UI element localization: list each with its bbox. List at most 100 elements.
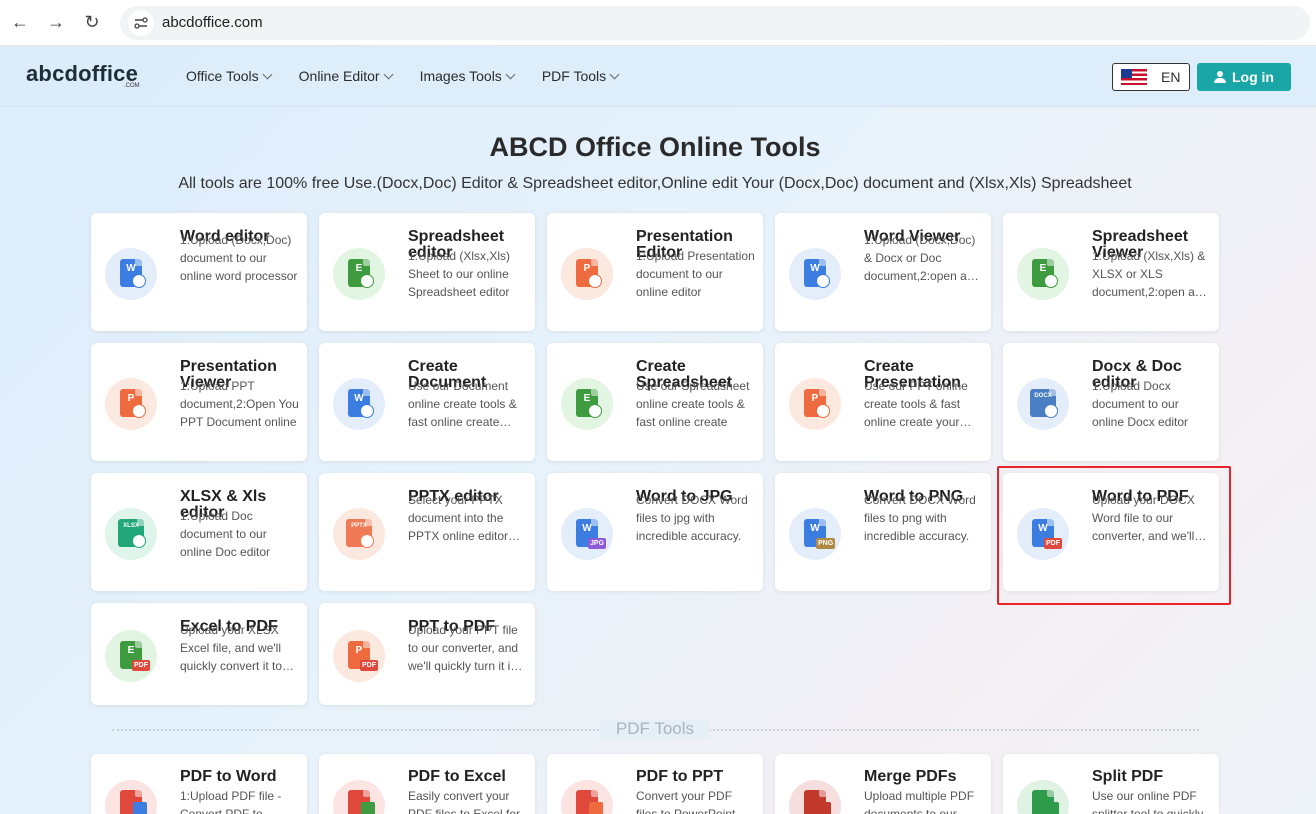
menu-label: PDF Tools [541, 68, 607, 84]
menu-pdf-tools[interactable]: PDF Tools [541, 68, 620, 84]
highlight-box [997, 466, 1231, 605]
tool-card-description: Use our PPT online create tools & fast o… [864, 379, 968, 429]
address-bar[interactable]: abcdoffice.com [120, 5, 1310, 40]
pdf-to-ppt-icon [561, 780, 613, 814]
pdf-tool-card[interactable]: PDF to PPT Convert your PDF files to Powe… [547, 754, 763, 814]
page-title: ABCD Office Online Tools [489, 132, 821, 162]
tool-card-title: PDF to Word [180, 768, 277, 785]
menu-label: Office Tools [186, 68, 259, 84]
tool-card-description: 1:Upload Doc document to our online Doc … [180, 509, 271, 559]
tool-card[interactable]: W Create Document Use our Document online … [319, 343, 535, 461]
word-to-jpg-icon: W JPG [561, 508, 613, 560]
ppt-view-icon: P [105, 378, 157, 430]
tool-card[interactable]: P PDF PPT to PDF Upload your PPT file to ou… [319, 603, 535, 705]
word-to-png-icon: W PNG [789, 508, 841, 560]
format-badge: PDF [132, 660, 150, 671]
action-mark-icon [132, 404, 146, 418]
chevron-down-icon [505, 69, 516, 79]
tool-card-title: Split PDF [1092, 768, 1164, 785]
tool-card[interactable]: E Create Spreadsheet Use our Spreadsheet o… [547, 343, 763, 461]
tool-card-description: Upload your XLSX Excel file, and we'll q… [180, 623, 283, 673]
chevron-down-icon [383, 69, 394, 79]
tool-card[interactable]: W Word editor 1:Upload (Docx,Doc) document… [91, 213, 307, 331]
language-selector[interactable]: EN [1112, 63, 1190, 91]
tool-card-description: Convert your PDF files to PowerPoint [636, 789, 736, 814]
action-mark-icon [1044, 274, 1058, 288]
tool-card[interactable]: W PNG Word to PNG Convert DOCX Word files t… [775, 473, 991, 591]
tool-card[interactable]: E PDF Excel to PDF Upload your XLSX Excel f… [91, 603, 307, 705]
docx-edit-icon: DOCX [1017, 378, 1069, 430]
tool-card[interactable]: XLSX XLSX & Xls editor 1:Upload Doc docume… [91, 473, 307, 591]
format-badge [817, 802, 831, 814]
tool-card-description: Convert DOCX Word files to png with incr… [864, 493, 976, 543]
forward-icon[interactable]: → [38, 5, 74, 41]
format-badge [361, 802, 375, 814]
tool-card[interactable]: W JPG Word to JPG Convert DOCX Word files t… [547, 473, 763, 591]
tool-card-title: PDF to PPT [636, 768, 724, 785]
action-mark-icon [360, 404, 374, 418]
ppt-to-pdf-icon: P PDF [333, 630, 385, 682]
xlsx-edit-icon: XLSX [105, 508, 157, 560]
tool-card-description: Use our Document online create tools & f… [408, 379, 517, 429]
word-view-icon: W [789, 248, 841, 300]
split-pdf-icon [1017, 780, 1069, 814]
tool-card[interactable]: P Presentation Editor 1:Upload Presentatio… [547, 213, 763, 331]
tool-card[interactable]: DOCX Docx & Doc editor 1:Upload Docx docum… [1003, 343, 1219, 461]
site-info-icon[interactable] [128, 9, 154, 36]
pdf-to-word-icon [105, 780, 157, 814]
action-mark-icon [816, 404, 830, 418]
page-subtitle: All tools are 100% free Use.(Docx,Doc) E… [178, 175, 1132, 192]
action-mark-icon [132, 534, 146, 548]
tool-card-description: Use our Spreadsheet online create tools … [636, 379, 750, 429]
action-mark-icon [588, 274, 602, 288]
language-label: EN [1161, 69, 1181, 85]
us-flag-icon [1121, 69, 1147, 85]
pdf-tool-card[interactable]: PDF to Excel Easily convert your PDF file… [319, 754, 535, 814]
action-mark-icon [1044, 404, 1058, 418]
tool-card-description: 1:Upload (Xlsx,Xls) Sheet to our online … [408, 249, 511, 299]
tool-card[interactable]: E Spreadsheet Viewer 1:Upload (Xlsx,Xls) &… [1003, 213, 1219, 331]
excel-to-pdf-icon: E PDF [105, 630, 157, 682]
reload-icon[interactable]: ↻ [74, 5, 110, 41]
tool-card[interactable]: PPTX PPTX editor Select your PPTX document… [319, 473, 535, 591]
logo[interactable]: abcdoffice [26, 61, 138, 87]
tool-card-description: 1:Upload (Xlsx,Xls) & XLSX or XLS docume… [1092, 249, 1209, 299]
excel-create-icon: E [561, 378, 613, 430]
login-label: Log in [1232, 69, 1274, 85]
merge-pdf-icon [789, 780, 841, 814]
format-badge [1045, 802, 1059, 814]
action-mark-icon [360, 534, 374, 548]
pdf-tool-card[interactable]: PDF to Word 1:Upload PDF file - Convert P… [91, 754, 307, 814]
menu-label: Online Editor [298, 68, 380, 84]
menu-online-editor[interactable]: Online Editor [298, 68, 394, 84]
menu-office-tools[interactable]: Office Tools [186, 68, 273, 84]
ppt-edit-icon: P [561, 248, 613, 300]
tool-card[interactable]: E Spreadsheet editor 1:Upload (Xlsx,Xls) S… [319, 213, 535, 331]
login-button[interactable]: Log in [1197, 63, 1291, 91]
tool-card[interactable]: P Presentation Viewer 1:Upload PPT documen… [91, 343, 307, 461]
tool-card[interactable]: W Word Viewer 1:Upload (Docx,Doc) & Docx o… [775, 213, 991, 331]
excel-view-icon: E [1017, 248, 1069, 300]
tool-card-description: 1:Upload Presentation document to our on… [636, 249, 755, 299]
user-icon [1214, 71, 1226, 83]
tool-card-description: 1:Upload (Docx,Doc) document to our onli… [180, 233, 298, 283]
pptx-edit-icon: PPTX [333, 508, 385, 560]
menu-images-tools[interactable]: Images Tools [419, 68, 516, 84]
tool-card-title: Merge PDFs [864, 768, 957, 785]
tool-card-description: Use our online PDF splitter tool to quic… [1092, 789, 1204, 814]
tool-card-description: Convert DOCX Word files to jpg with incr… [636, 493, 748, 543]
tool-card[interactable]: P Create Presentation Use our PPT online c… [775, 343, 991, 461]
tool-card-description: 1:Upload PPT document,2:Open You PPT Doc… [180, 379, 299, 429]
tool-card-description: Easily convert your PDF files to Excel f… [408, 789, 521, 814]
ppt-create-icon: P [789, 378, 841, 430]
chevron-down-icon [609, 69, 620, 79]
format-badge: PNG [816, 538, 836, 549]
action-mark-icon [132, 274, 146, 288]
tool-card-title: PDF to Excel [408, 768, 506, 785]
menu-label: Images Tools [419, 68, 502, 84]
pdf-tool-card[interactable]: Split PDF Use our online PDF splitter too… [1003, 754, 1219, 814]
back-icon[interactable]: ← [2, 5, 38, 41]
word-create-icon: W [333, 378, 385, 430]
pdf-tool-card[interactable]: Merge PDFs Upload multiple PDF documents … [775, 754, 991, 814]
format-badge: PDF [360, 660, 378, 671]
